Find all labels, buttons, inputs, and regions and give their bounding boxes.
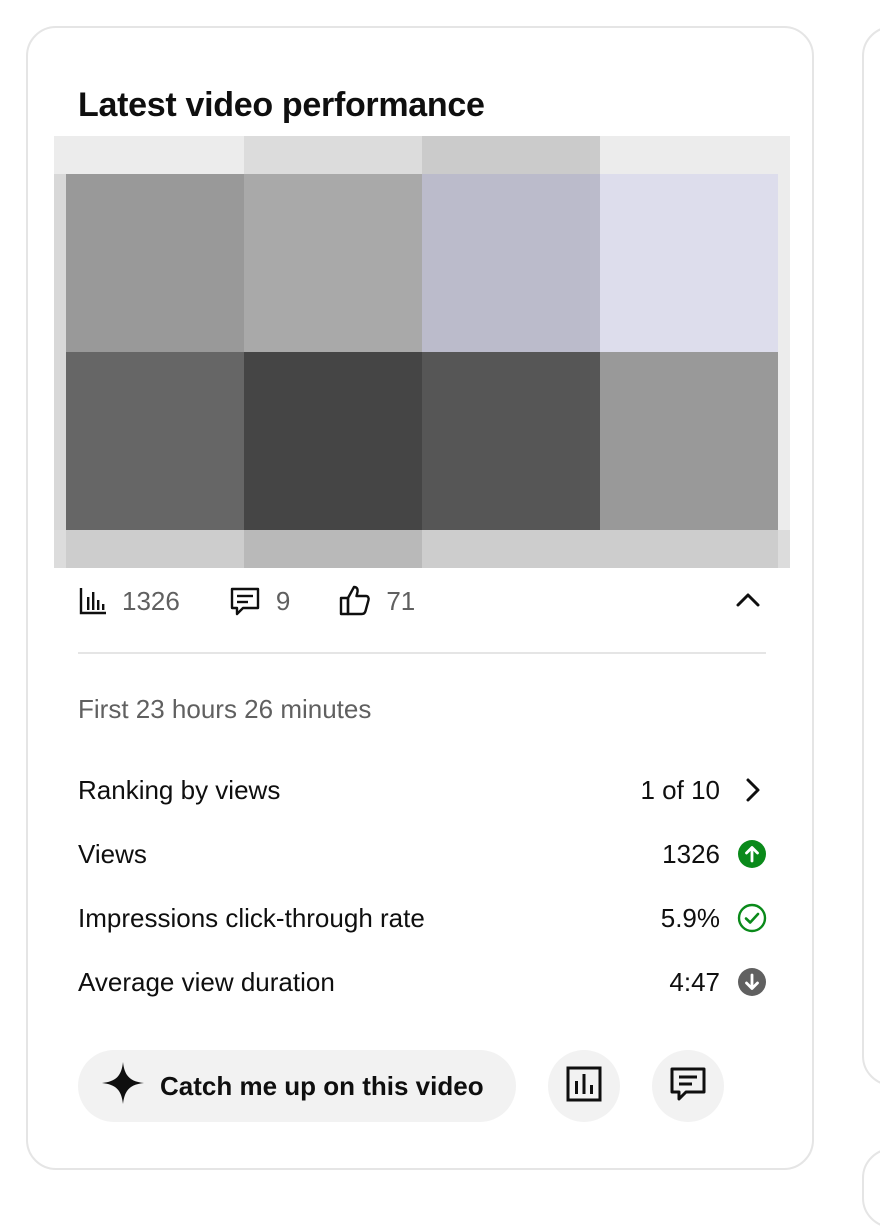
likes-stat: 71 bbox=[338, 584, 415, 618]
arrow-down-circle-icon bbox=[736, 966, 768, 998]
metric-value: 4:47 bbox=[669, 966, 720, 997]
views-count: 1326 bbox=[122, 585, 180, 616]
thumbs-up-icon bbox=[338, 584, 372, 618]
metric-views: Views 1326 bbox=[78, 832, 768, 876]
comment-icon bbox=[228, 584, 262, 618]
divider bbox=[78, 652, 766, 654]
metric-label: Average view duration bbox=[78, 966, 335, 997]
metric-value: 5.9% bbox=[660, 902, 720, 933]
collapse-button[interactable] bbox=[728, 582, 768, 622]
metric-value: 1 of 10 bbox=[640, 774, 720, 805]
bar-chart-icon bbox=[78, 586, 108, 616]
check-circle-icon bbox=[736, 902, 768, 934]
video-thumbnail[interactable] bbox=[54, 136, 790, 568]
analytics-button[interactable] bbox=[547, 1050, 620, 1122]
metric-average-view-duration: Average view duration 4:47 bbox=[78, 960, 768, 1004]
comments-stat: 9 bbox=[228, 584, 290, 618]
latest-video-performance-card: Latest video performance 1326 9 71 First… bbox=[26, 26, 814, 1170]
time-period-label: First 23 hours 26 minutes bbox=[78, 694, 372, 724]
adjacent-card bbox=[862, 1148, 880, 1228]
likes-count: 71 bbox=[386, 585, 416, 616]
arrow-up-circle-icon bbox=[736, 838, 768, 870]
metric-value: 1326 bbox=[662, 838, 720, 869]
card-title: Latest video performance bbox=[78, 86, 485, 124]
comments-count: 9 bbox=[275, 585, 291, 616]
actions-row: Catch me up on this video bbox=[78, 1050, 724, 1122]
metric-impressions-ctr: Impressions click-through rate 5.9% bbox=[78, 896, 768, 940]
views-stat: 1326 bbox=[78, 586, 180, 617]
metric-label: Ranking by views bbox=[78, 774, 281, 805]
comments-button[interactable] bbox=[651, 1050, 724, 1122]
comment-icon bbox=[668, 1064, 708, 1109]
catch-me-up-label: Catch me up on this video bbox=[160, 1070, 484, 1101]
chevron-up-icon bbox=[734, 586, 762, 619]
metric-label: Impressions click-through rate bbox=[78, 902, 425, 933]
adjacent-card bbox=[862, 26, 880, 1086]
video-stats-row: 1326 9 71 bbox=[78, 578, 768, 624]
metric-ranking-by-views[interactable]: Ranking by views 1 of 10 bbox=[78, 768, 768, 812]
catch-me-up-button[interactable]: Catch me up on this video bbox=[78, 1050, 516, 1122]
sparkle-icon bbox=[100, 1060, 160, 1113]
analytics-icon bbox=[565, 1065, 603, 1108]
metric-label: Views bbox=[78, 838, 147, 869]
chevron-right-icon[interactable] bbox=[736, 774, 768, 806]
